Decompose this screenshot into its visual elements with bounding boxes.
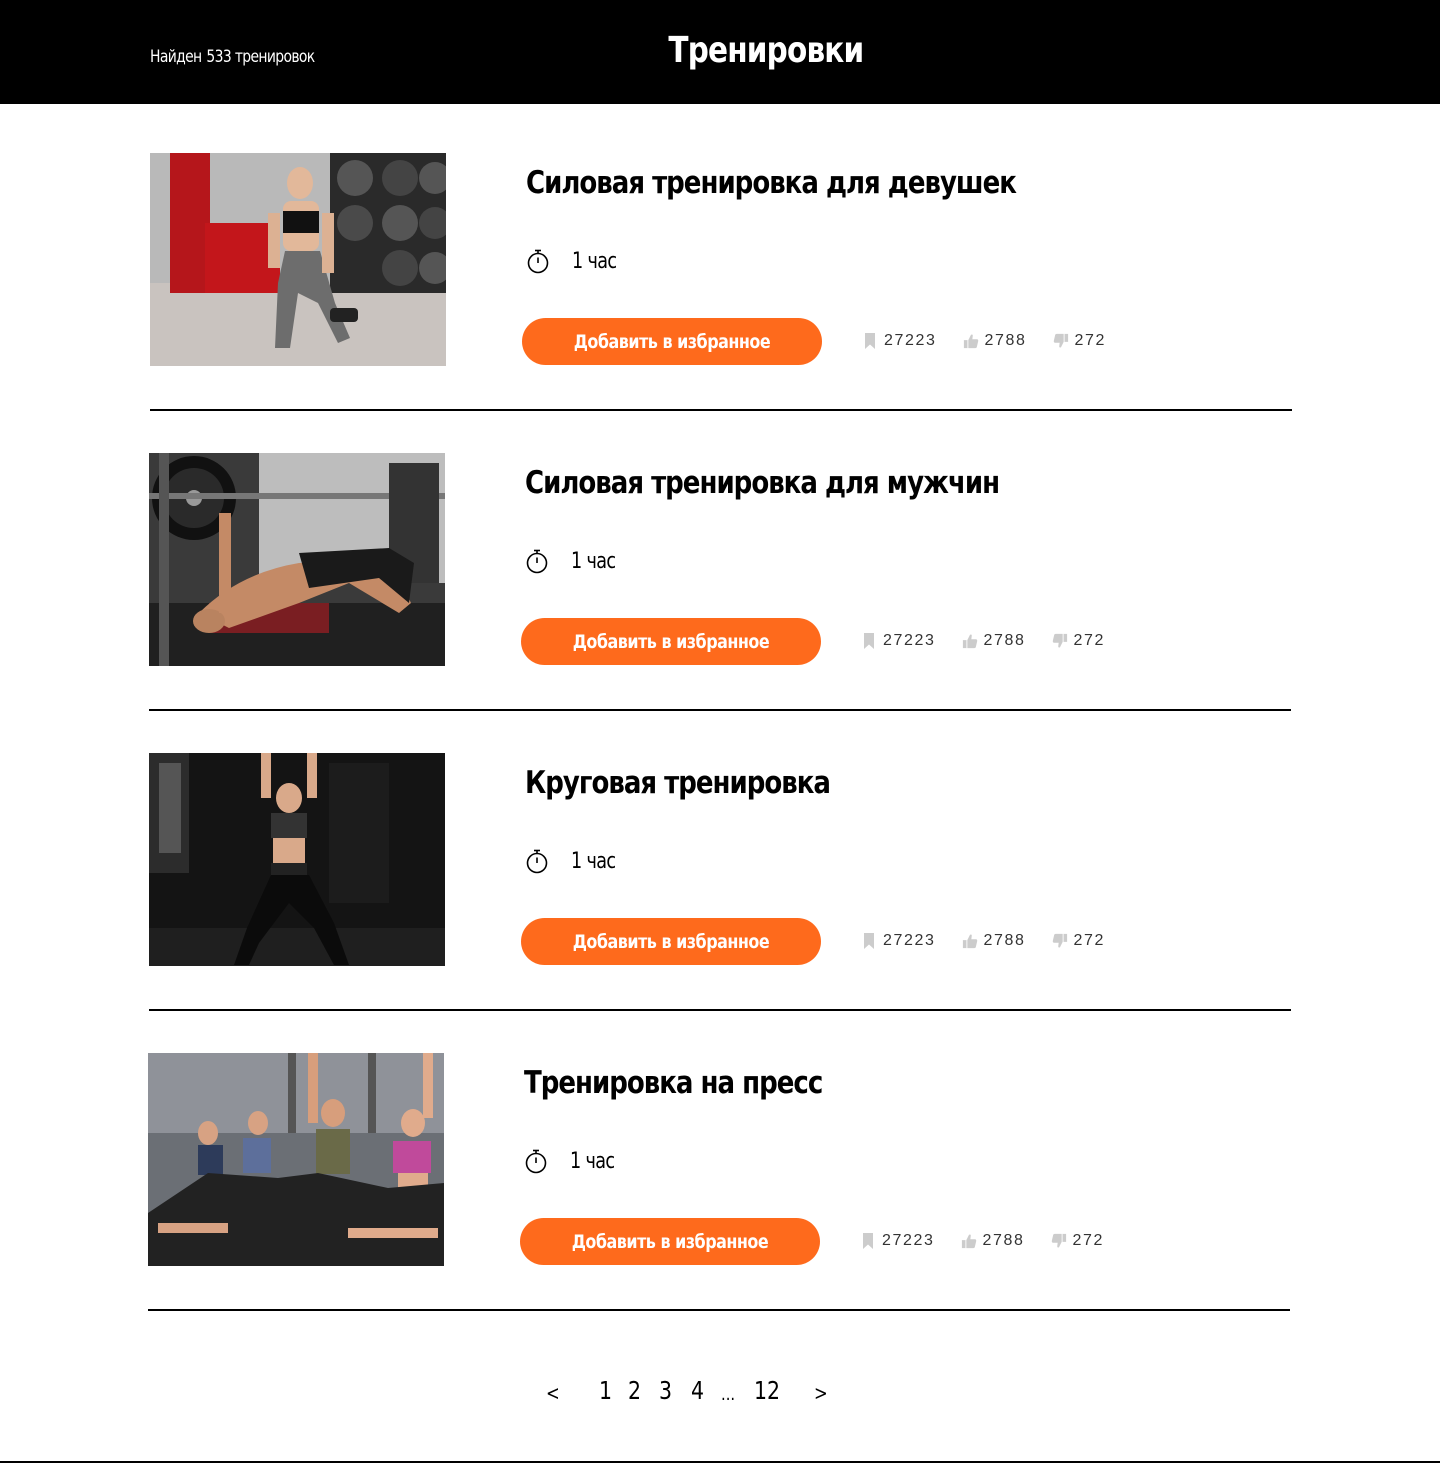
workout-image[interactable] <box>149 753 445 966</box>
dislike-stat[interactable]: 272 <box>1053 332 1107 350</box>
workout-card: Тренировка на пресс 1 час Добавить в изб… <box>148 1053 1290 1311</box>
divider <box>149 709 1291 711</box>
workout-image[interactable] <box>150 153 446 366</box>
page-link-2[interactable]: 2 <box>628 1376 641 1405</box>
like-count: 2788 <box>984 332 1027 349</box>
thumbs-up-icon <box>962 934 977 949</box>
workout-title[interactable]: Тренировка на пресс <box>524 1065 823 1101</box>
duration-text: 1 час <box>571 548 616 574</box>
thumbs-down-icon <box>1053 333 1068 348</box>
thumbs-down-icon <box>1052 933 1067 948</box>
pagination-ellipsis: ... <box>721 1384 736 1405</box>
add-to-favorites-button[interactable]: Добавить в избранное <box>520 1218 820 1265</box>
duration-text: 1 час <box>571 848 616 874</box>
workout-card: Силовая тренировка для девушек 1 час Доб… <box>150 153 1292 411</box>
bookmark-count: 27223 <box>884 332 937 349</box>
page-link-1[interactable]: 1 <box>599 1376 612 1405</box>
duration: 1 час <box>524 1146 626 1176</box>
page-title: Тренировки <box>668 30 865 71</box>
bookmark-stat[interactable]: 27223 <box>861 632 936 650</box>
thumbs-down-icon <box>1051 1233 1066 1248</box>
stopwatch-icon <box>527 249 549 274</box>
bookmark-count: 27223 <box>883 632 936 649</box>
duration-text: 1 час <box>572 248 617 274</box>
workout-stats: 27223 2788 272 <box>861 929 1131 953</box>
dislike-count: 272 <box>1073 932 1105 949</box>
page-link-4[interactable]: 4 <box>691 1376 704 1405</box>
bookmark-stat[interactable]: 27223 <box>860 1232 935 1250</box>
page-link-12[interactable]: 12 <box>754 1376 780 1405</box>
workout-image[interactable] <box>149 453 445 666</box>
duration: 1 час <box>525 846 627 876</box>
thumbs-up-icon <box>962 634 977 649</box>
like-stat[interactable]: 2788 <box>962 932 1026 950</box>
workout-title[interactable]: Силовая тренировка для мужчин <box>525 465 1000 501</box>
like-count: 2788 <box>982 1232 1025 1249</box>
like-count: 2788 <box>983 932 1026 949</box>
like-stat[interactable]: 2788 <box>962 632 1026 650</box>
dislike-stat[interactable]: 272 <box>1052 932 1106 950</box>
stopwatch-icon <box>525 1149 547 1174</box>
dislike-count: 272 <box>1073 632 1105 649</box>
like-stat[interactable]: 2788 <box>963 332 1027 350</box>
bookmark-count: 27223 <box>883 932 936 949</box>
prev-page-button[interactable]: < <box>546 1381 560 1405</box>
dislike-stat[interactable]: 272 <box>1052 632 1106 650</box>
stopwatch-icon <box>526 849 548 874</box>
dislike-stat[interactable]: 272 <box>1051 1232 1105 1250</box>
workout-card: Круговая тренировка 1 час Добавить в изб… <box>149 753 1291 1011</box>
dislike-count: 272 <box>1074 332 1106 349</box>
bookmark-icon <box>863 1233 873 1249</box>
duration: 1 час <box>525 546 627 576</box>
workout-stats: 27223 2788 272 <box>861 629 1131 653</box>
workout-title[interactable]: Круговая тренировка <box>525 765 831 801</box>
like-count: 2788 <box>983 632 1026 649</box>
pagination: < 1 2 3 4 ... 12 > <box>0 1376 1440 1416</box>
bookmark-icon <box>865 333 875 349</box>
dislike-count: 272 <box>1072 1232 1104 1249</box>
divider <box>149 1009 1291 1011</box>
bookmark-icon <box>864 933 874 949</box>
bookmark-stat[interactable]: 27223 <box>861 932 936 950</box>
duration: 1 час <box>526 246 628 276</box>
next-page-button[interactable]: > <box>814 1381 828 1405</box>
workout-title[interactable]: Силовая тренировка для девушек <box>526 165 1017 201</box>
workout-image[interactable] <box>148 1053 444 1266</box>
thumbs-down-icon <box>1052 633 1067 648</box>
workout-stats: 27223 2788 272 <box>860 1229 1130 1253</box>
add-to-favorites-button[interactable]: Добавить в избранное <box>521 618 821 665</box>
stopwatch-icon <box>526 549 548 574</box>
thumbs-up-icon <box>961 1234 976 1249</box>
divider <box>150 409 1292 411</box>
divider <box>148 1309 1290 1311</box>
bookmark-count: 27223 <box>882 1232 935 1249</box>
like-stat[interactable]: 2788 <box>961 1232 1025 1250</box>
duration-text: 1 час <box>570 1148 615 1174</box>
page-link-3[interactable]: 3 <box>659 1376 672 1405</box>
thumbs-up-icon <box>963 334 978 349</box>
bookmark-icon <box>864 633 874 649</box>
header: Найден 533 тренировок Тренировки <box>0 0 1440 104</box>
workout-stats: 27223 2788 272 <box>862 329 1132 353</box>
bookmark-stat[interactable]: 27223 <box>862 332 937 350</box>
add-to-favorites-button[interactable]: Добавить в избранное <box>522 318 822 365</box>
add-to-favorites-button[interactable]: Добавить в избранное <box>521 918 821 965</box>
workout-card: Силовая тренировка для мужчин 1 час Доба… <box>149 453 1291 711</box>
